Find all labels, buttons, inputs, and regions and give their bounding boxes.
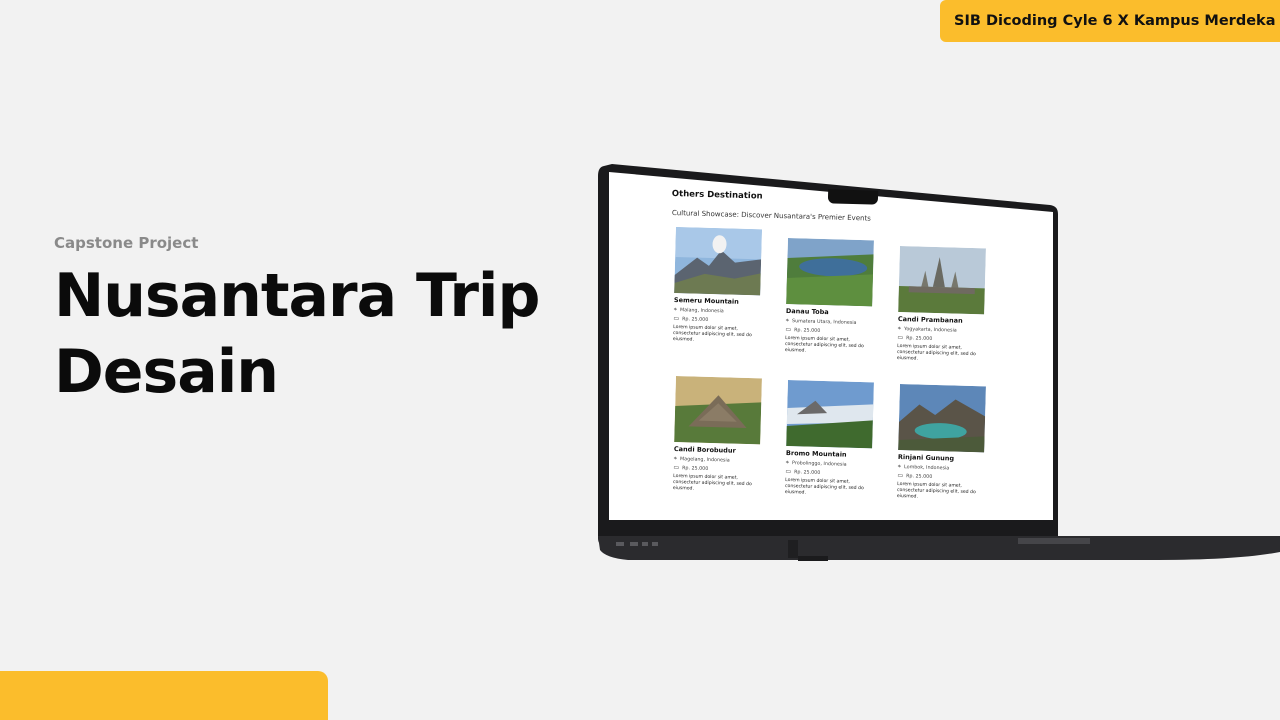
card-title: Candi Borobudur — [673, 444, 736, 455]
laptop-screen: Others Destination Cultural Showcase: Di… — [608, 170, 1054, 530]
price-text: Rp. 25.000 — [794, 327, 821, 334]
card-location: ⌖ Lombok, Indonesia — [897, 462, 986, 472]
destination-image-toba — [786, 238, 874, 307]
section-title: Others Destination — [671, 189, 763, 202]
destination-card[interactable]: Candi Borobudur ⌖ Magelang, Indonesia ▭ Rp… — [673, 376, 764, 494]
card-location: ⌖ Magelang, Indonesia — [673, 454, 762, 464]
ticket-icon: ▭ — [673, 463, 680, 472]
destination-card[interactable]: Candi Prambanan ⌖ Yogyakarta, Indonesia ▭… — [897, 246, 988, 364]
card-description: Lorem ipsum dolor sit amet, consectetur … — [896, 481, 976, 500]
card-location: ⌖ Probolinggo, Indonesia — [785, 458, 874, 468]
location-text: Malang, Indonesia — [680, 307, 724, 314]
destination-card[interactable]: Semeru Mountain ⌖ Malang, Indonesia ▭ Rp. … — [673, 227, 764, 345]
location-text: Sumatera Utara, Indonesia — [792, 318, 857, 326]
location-icon: ⌖ — [673, 454, 678, 463]
screen-content: Others Destination Cultural Showcase: Di… — [608, 170, 1054, 530]
location-text: Lombok, Indonesia — [904, 464, 950, 471]
card-price: ▭ Rp. 25.000 — [673, 463, 761, 473]
card-location: ⌖ Malang, Indonesia — [673, 305, 762, 315]
card-price: ▭ Rp. 25.000 — [897, 333, 985, 343]
card-price: ▭ Rp. 25.000 — [673, 314, 761, 324]
footer-accent-bar — [0, 671, 328, 720]
hero-subtitle: Capstone Project — [54, 234, 199, 252]
card-title: Semeru Mountain — [673, 295, 739, 306]
card-description: Lorem ipsum dolor sit amet, consectetur … — [672, 324, 752, 343]
card-description: Lorem ipsum dolor sit amet, consectetur … — [896, 343, 976, 362]
destination-image-prambanan — [898, 246, 986, 315]
destination-card[interactable]: Rinjani Gunung ⌖ Lombok, Indonesia ▭ Rp. 2… — [897, 384, 988, 502]
location-text: Magelang, Indonesia — [680, 456, 730, 464]
section-subtitle: Cultural Showcase: Discover Nusantara's … — [671, 209, 871, 223]
card-title: Candi Prambanan — [897, 314, 963, 325]
destination-card[interactable]: Danau Toba ⌖ Sumatera Utara, Indonesia ▭ R… — [785, 238, 876, 356]
card-price: ▭ Rp. 25.000 — [897, 471, 985, 481]
destination-image-bromo — [786, 380, 874, 449]
price-text: Rp. 25.000 — [682, 316, 709, 323]
card-title: Rinjani Gunung — [897, 452, 955, 463]
hero-title: Nusantara Trip Desain — [54, 258, 540, 410]
badge-label: SIB Dicoding Cyle 6 X Kampus Merdeka — [954, 13, 1276, 29]
card-description: Lorem ipsum dolor sit amet, consectetur … — [672, 473, 752, 492]
location-icon: ⌖ — [785, 458, 790, 467]
destination-image-semeru — [674, 227, 762, 296]
price-text: Rp. 25.000 — [682, 465, 709, 472]
destination-card[interactable]: Bromo Mountain ⌖ Probolinggo, Indonesia ▭… — [785, 380, 876, 498]
ticket-icon: ▭ — [673, 314, 680, 323]
card-price: ▭ Rp. 25.000 — [785, 325, 873, 335]
destination-image-rinjani — [898, 384, 986, 453]
location-text: Yogyakarta, Indonesia — [904, 326, 957, 334]
card-title: Danau Toba — [785, 306, 829, 317]
card-title: Bromo Mountain — [785, 448, 847, 459]
ticket-icon: ▭ — [785, 325, 792, 334]
destination-image-borobudur — [674, 376, 762, 445]
hero-title-line-1: Nusantara Trip — [54, 261, 540, 331]
location-icon: ⌖ — [785, 316, 790, 325]
price-text: Rp. 25.000 — [794, 469, 821, 476]
location-icon: ⌖ — [897, 462, 902, 471]
hero-title-line-2: Desain — [54, 337, 279, 407]
location-icon: ⌖ — [897, 324, 902, 333]
card-description: Lorem ipsum dolor sit amet, consectetur … — [784, 335, 864, 354]
ticket-icon: ▭ — [785, 467, 792, 476]
header-badge: SIB Dicoding Cyle 6 X Kampus Merdeka — [940, 0, 1280, 42]
card-description: Lorem ipsum dolor sit amet, consectetur … — [784, 477, 864, 496]
price-text: Rp. 25.000 — [906, 335, 933, 342]
card-price: ▭ Rp. 25.000 — [785, 467, 873, 477]
price-text: Rp. 25.000 — [906, 473, 933, 480]
ticket-icon: ▭ — [897, 333, 904, 342]
card-location: ⌖ Sumatera Utara, Indonesia — [785, 316, 874, 326]
location-text: Probolinggo, Indonesia — [792, 460, 847, 468]
card-location: ⌖ Yogyakarta, Indonesia — [897, 324, 986, 334]
ticket-icon: ▭ — [897, 471, 904, 480]
laptop-mockup: Others Destination Cultural Showcase: Di… — [598, 160, 1280, 565]
location-icon: ⌖ — [673, 305, 678, 314]
